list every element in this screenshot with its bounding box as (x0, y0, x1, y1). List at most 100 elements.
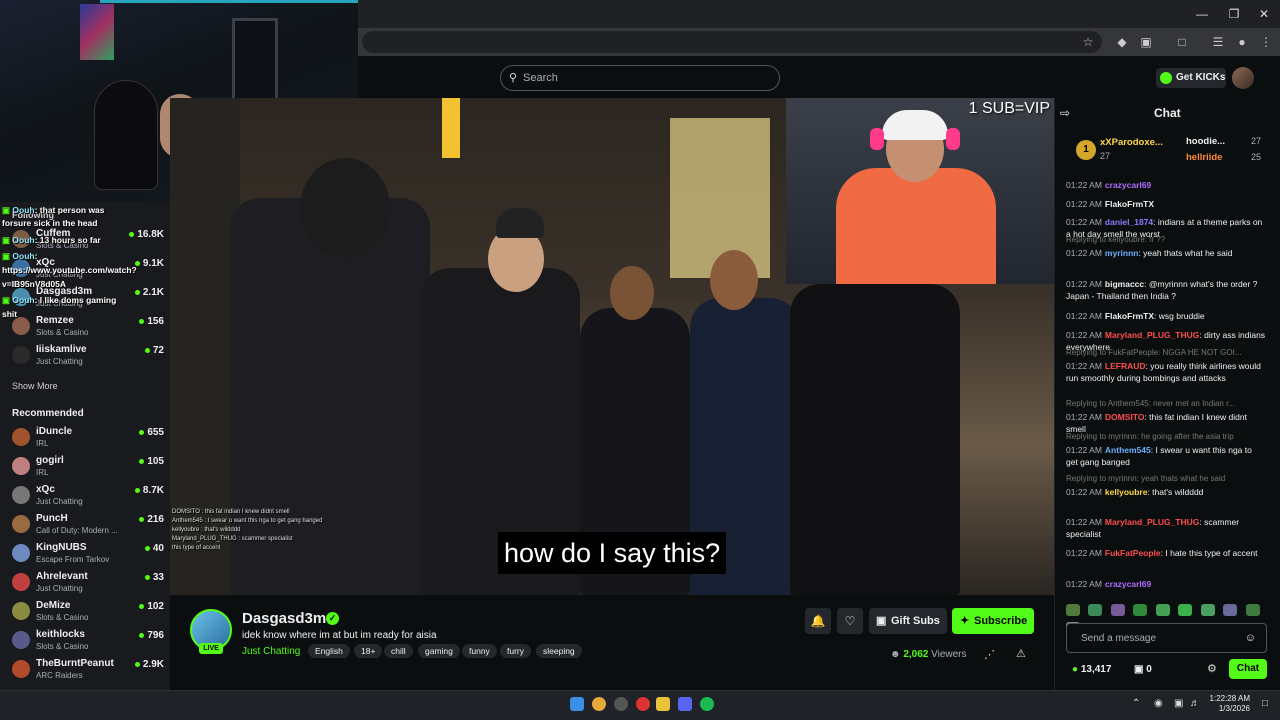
user-avatar[interactable] (1232, 67, 1254, 89)
opera-icon[interactable] (636, 697, 650, 711)
volume-icon[interactable]: ♬ (1190, 698, 1200, 709)
gifter-name[interactable]: hoodie... (1186, 136, 1225, 147)
tab-search-icon[interactable]: □ (1174, 34, 1190, 50)
person-left-hair (300, 158, 390, 258)
stream-tag[interactable]: English (308, 644, 350, 658)
emote-icon[interactable] (1245, 604, 1260, 616)
message-username[interactable]: daniel_1874 (1105, 217, 1153, 227)
chat-send-button[interactable]: Chat (1229, 659, 1267, 679)
recommended-channel[interactable]: iDuncle IRL 655 (12, 426, 164, 452)
message-username[interactable]: Maryland_PLUG_THUG (1105, 330, 1199, 340)
following-channel[interactable]: Remzee Slots & Casino 156 (12, 315, 164, 341)
more-menu-icon[interactable]: ⋮ (1258, 34, 1274, 50)
message-username[interactable]: FlakoFrmTX (1105, 199, 1154, 209)
search-input[interactable]: ⚲ Search (500, 65, 780, 91)
channel-avatar (12, 346, 30, 364)
gift-subs-button[interactable]: ▣ Gift Subs (869, 608, 947, 634)
chat-message-input[interactable]: Send a message ☺ (1066, 623, 1267, 653)
emote-bar[interactable] (1066, 603, 1266, 634)
media-icon[interactable]: ☰ (1210, 34, 1226, 50)
chrome-icon[interactable] (592, 697, 606, 711)
gifter-name[interactable]: xXParodoxe... (1100, 137, 1163, 148)
stream-tag[interactable]: gaming (418, 644, 460, 658)
message-username[interactable]: DOMSITO (1105, 412, 1145, 422)
viewer-count: 8.7K (134, 485, 164, 496)
tray-chevron-icon[interactable]: ⌃ (1132, 698, 1140, 709)
channel-name: gogirl (36, 455, 64, 466)
spotify-icon[interactable] (700, 697, 714, 711)
emote-icon[interactable] (1155, 604, 1170, 616)
recommended-channel[interactable]: gogirl IRL 105 (12, 455, 164, 481)
extension-icon[interactable]: ◆ (1114, 34, 1130, 50)
message-username[interactable]: crazycarl69 (1105, 579, 1151, 589)
share-icon[interactable]: ⋰ (984, 648, 995, 661)
restore-icon[interactable]: ❐ (1226, 6, 1242, 22)
emote-icon[interactable] (1110, 604, 1125, 616)
emote-icon[interactable] (1200, 604, 1215, 616)
notification-bell-button[interactable]: 🔔 (805, 608, 831, 634)
reply-context[interactable]: Replying to kellyoubre: fr ?? (1066, 235, 1266, 244)
mic-icon[interactable]: ◉ (1154, 698, 1163, 709)
file-explorer-icon[interactable] (656, 697, 670, 711)
message-username[interactable]: bigmaccc (1105, 279, 1144, 289)
message-time: 01:22 AM (1066, 199, 1102, 209)
emote-icon[interactable] (1066, 604, 1080, 616)
emote-icon[interactable] (1223, 604, 1238, 616)
show-more-link[interactable]: Show More (12, 381, 58, 391)
recommended-channel[interactable]: TheBurntPeanut ARC Raiders 2.9K (12, 658, 164, 684)
get-kicks-button[interactable]: Get KICKs (1156, 68, 1226, 88)
close-icon[interactable]: ✕ (1256, 6, 1272, 22)
report-icon[interactable]: ⚠ (1016, 647, 1026, 660)
stream-category[interactable]: Just Chatting (242, 646, 300, 657)
stream-tag[interactable]: funny (462, 644, 497, 658)
puzzle-icon[interactable]: ▣ (1138, 34, 1154, 50)
channel-avatar (12, 317, 30, 335)
following-channel[interactable]: Iiiskamlive Just Chatting 72 (12, 344, 164, 370)
message-username[interactable]: crazycarl69 (1105, 180, 1151, 190)
message-username[interactable]: kellyoubre (1105, 487, 1148, 497)
address-bar[interactable] (362, 31, 1102, 53)
message-username[interactable]: myrinnn (1105, 248, 1139, 258)
reply-context[interactable]: Replying to myrinnn: yeah thats what he … (1066, 474, 1266, 483)
follow-button[interactable]: ♡ (837, 608, 863, 634)
reply-context[interactable]: Replying to Anthem545: never met an Indi… (1066, 399, 1266, 408)
message-username[interactable]: LEFRAUD (1105, 361, 1146, 371)
message-username[interactable]: FukFatPeople (1105, 548, 1161, 558)
sub-balance[interactable]: ▣ 0 (1134, 664, 1152, 675)
stream-tag[interactable]: chill (384, 644, 413, 658)
video-player[interactable]: 1 SUB=VIP how do I say this? DOMSITO : t… (170, 98, 1054, 595)
system-clock[interactable]: 1:22:28 AM 1/3/2026 (1206, 694, 1250, 714)
app-icon[interactable] (614, 697, 628, 711)
message-username[interactable]: Anthem545 (1105, 445, 1151, 455)
notification-icon[interactable]: □ (1262, 698, 1268, 709)
stream-tag[interactable]: 18+ (354, 644, 383, 658)
display-icon[interactable]: ▣ (1174, 698, 1183, 709)
chat-settings-icon[interactable]: ⚙ (1207, 662, 1217, 675)
start-menu-icon[interactable] (570, 697, 584, 711)
bookmark-star-icon[interactable]: ☆ (1080, 34, 1096, 50)
discord-icon[interactable] (678, 697, 692, 711)
stream-tag[interactable]: furry (500, 644, 531, 658)
recommended-channel[interactable]: Ahrelevant Just Chatting 33 (12, 571, 164, 597)
profile-icon[interactable]: ● (1234, 34, 1250, 50)
message-username[interactable]: Maryland_PLUG_THUG (1105, 517, 1199, 527)
kicks-balance[interactable]: ● 13,417 (1072, 664, 1111, 675)
stream-tag[interactable]: sleeping (536, 644, 582, 658)
collapse-chat-icon[interactable]: ⇨ (1060, 106, 1070, 120)
reply-context[interactable]: Replying to myrinnn: he going after the … (1066, 432, 1266, 441)
emote-icon[interactable] (1178, 604, 1193, 616)
recommended-channel[interactable]: keithlocks Slots & Casino 796 (12, 629, 164, 655)
recommended-channel[interactable]: PuncH Call of Duty: Modern ... 216 (12, 513, 164, 539)
recommended-channel[interactable]: KingNUBS Escape From Tarkov 40 (12, 542, 164, 568)
message-username[interactable]: FlakoFrmTX (1105, 311, 1154, 321)
emote-icon[interactable] (1088, 604, 1103, 616)
recommended-channel[interactable]: DeMize Slots & Casino 102 (12, 600, 164, 626)
subscribe-button[interactable]: ✦ Subscribe (952, 608, 1034, 634)
reply-context[interactable]: Replying to FukFatPeople: NGGA HE NOT GO… (1066, 348, 1266, 357)
channel-name[interactable]: Dasgasd3m (242, 610, 326, 627)
emoji-picker-icon[interactable]: ☺ (1245, 632, 1256, 644)
gifter-name[interactable]: hellriide (1186, 152, 1222, 163)
emote-icon[interactable] (1133, 604, 1148, 616)
minimize-icon[interactable]: — (1194, 6, 1210, 22)
recommended-channel[interactable]: xQc Just Chatting 8.7K (12, 484, 164, 510)
